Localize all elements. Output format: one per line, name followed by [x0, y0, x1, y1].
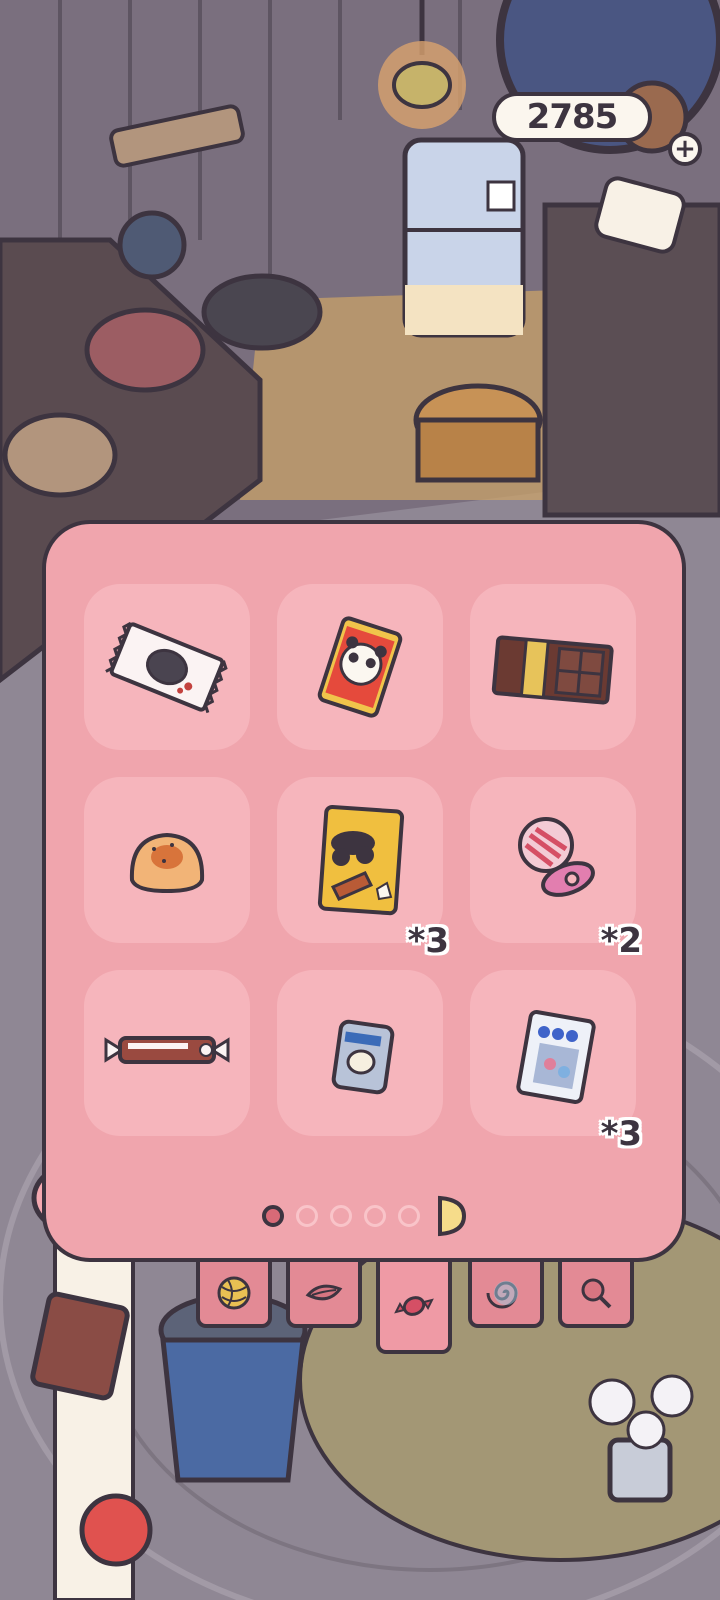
add-coins-button[interactable]: + [668, 132, 702, 166]
tab-snacks[interactable] [376, 1262, 452, 1354]
page-dot-4[interactable] [364, 1205, 386, 1227]
item-quantity: *3 [600, 1114, 642, 1154]
inventory-slot-panda-snack[interactable] [277, 584, 443, 750]
snail-shell-icon [486, 1281, 518, 1309]
inventory-slot-pacifier-lollipop[interactable]: *2 [470, 777, 642, 961]
coin-counter: 2785 [492, 92, 652, 142]
magnifier-icon [581, 1278, 612, 1309]
tab-search[interactable] [558, 1262, 634, 1328]
page-dot-1[interactable] [262, 1205, 284, 1227]
inventory-slot-cookie-chip-bag[interactable]: *3 [277, 777, 449, 961]
cookie-chip-bag-icon [317, 804, 405, 916]
page-indicator [46, 1194, 682, 1238]
pacifier-lollipop-icon [518, 817, 595, 897]
bread-bun-icon [129, 832, 205, 894]
tab-plants[interactable] [286, 1262, 362, 1328]
inventory-slot-chocolate-bar[interactable] [470, 584, 636, 750]
hard-candy-wrapper-icon [105, 621, 228, 714]
item-quantity: *3 [407, 921, 449, 961]
chocolate-bar-icon [491, 635, 614, 705]
inventory-panel: *3 *2 *3 [42, 520, 686, 1262]
inventory-slot-wrapped-candy-stick[interactable] [84, 970, 250, 1136]
inventory-slot-bread-bun[interactable] [84, 777, 250, 943]
yarn-ball-icon [217, 1276, 251, 1310]
candy-icon [394, 1296, 434, 1316]
inventory-slot-candy-packet[interactable]: *3 [470, 970, 642, 1154]
item-quantity: *2 [600, 921, 642, 961]
panda-snack-pack-icon [317, 616, 403, 718]
inventory-slot-hard-candy[interactable] [84, 584, 250, 750]
small-snack-box-icon [331, 1019, 395, 1095]
page-dot-5[interactable] [398, 1205, 420, 1227]
next-page-arrow-icon[interactable] [436, 1194, 466, 1238]
tab-toys[interactable] [196, 1262, 272, 1328]
candy-packet-icon [516, 1010, 596, 1104]
tab-collectibles[interactable] [468, 1262, 544, 1328]
coin-balance: 2785 [526, 97, 619, 137]
inventory-slot-small-snack-box[interactable] [277, 970, 443, 1136]
leaf-icon [305, 1284, 343, 1301]
page-dot-3[interactable] [330, 1205, 352, 1227]
page-dot-2[interactable] [296, 1205, 318, 1227]
wrapped-candy-stick-icon [104, 1036, 230, 1064]
